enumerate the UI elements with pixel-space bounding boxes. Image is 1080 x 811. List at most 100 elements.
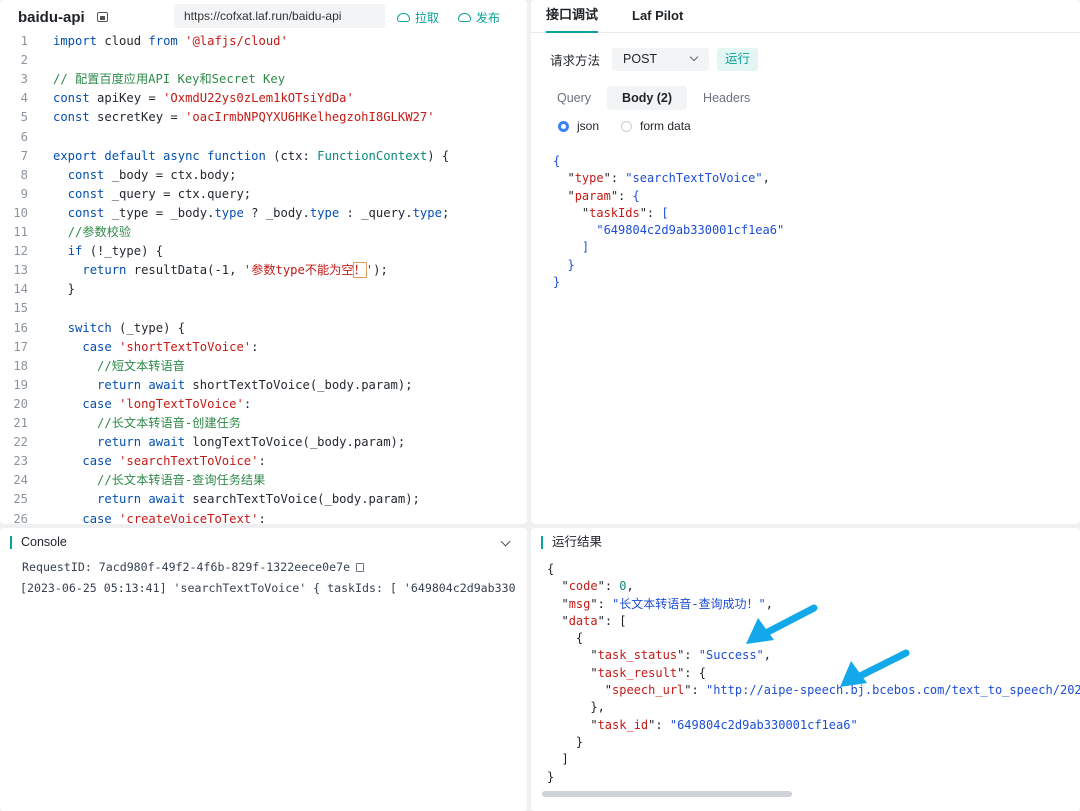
code-token: 'OxmdU22ys0zLem1kOTsiYdDa'	[163, 91, 354, 106]
json-token: },	[547, 700, 605, 715]
horizontal-scrollbar[interactable]	[542, 791, 792, 797]
chevron-down-icon[interactable]	[500, 536, 511, 547]
copy-icon[interactable]	[356, 563, 365, 572]
code-line: 1 import cloud from '@lafjs/cloud'	[0, 32, 527, 51]
code-token: :	[258, 454, 266, 469]
code-line: 6	[0, 128, 527, 147]
code-token: //长文本转语音-查询任务结果	[97, 473, 266, 488]
json-token: {	[547, 631, 584, 646]
code-token: const	[67, 205, 105, 220]
radio-json[interactable]	[558, 120, 569, 132]
radio-form-data[interactable]	[621, 120, 633, 132]
json-line: "649804c2d9ab330001cf1ea6"	[553, 222, 784, 239]
code-token: 'oacIrmbNPQYXU6HKelhegzohI8GLKW27'	[185, 110, 435, 125]
code-token: 'searchTextToVoice'	[119, 454, 259, 469]
json-token: ]	[581, 240, 590, 255]
json-token: ":	[590, 596, 613, 611]
debug-tabs: 接口调试 Laf Pilot	[531, 0, 1080, 33]
pull-label: 拉取	[415, 11, 440, 25]
json-token: {	[632, 188, 640, 203]
json-token: param	[574, 188, 611, 203]
tab-laf-pilot[interactable]: Laf Pilot	[632, 8, 683, 32]
arrow-annotation-icon	[840, 649, 910, 687]
line-number: 14	[13, 282, 28, 297]
json-token: "649804c2d9ab330001cf1ea6"	[669, 717, 858, 732]
line-number: 26	[13, 511, 28, 525]
code-token: //短文本转语音	[97, 358, 185, 373]
code-token: :	[243, 396, 252, 411]
json-line: }	[553, 257, 784, 274]
json-token: {	[553, 154, 561, 168]
radio-json-label: json	[577, 119, 600, 133]
json-token: 0	[619, 579, 627, 594]
publish-button[interactable]: 发布	[458, 9, 500, 26]
json-line: },	[547, 699, 1080, 716]
subtab-headers[interactable]: Headers	[691, 86, 762, 110]
radio-form-data-label: form data	[640, 119, 691, 133]
code-line: 4 const apiKey = 'OxmdU22ys0zLem1kOTsiYdD…	[0, 89, 527, 108]
request-subtabs: Query Body (2) Headers	[545, 86, 766, 110]
code-line: 14 }	[0, 280, 527, 299]
code-token: resultData(-1,	[126, 263, 244, 278]
code-token: ;	[441, 205, 450, 220]
line-number: 24	[13, 473, 28, 488]
json-token: taskIds	[589, 205, 640, 220]
editor-header: baidu-api https://cofxat.laf.run/baidu-a…	[0, 0, 527, 34]
result-panel: 运行结果 { "code": 0, "msg": "长文本转语音-查询成功！",…	[531, 528, 1080, 811]
line-number: 12	[13, 244, 28, 259]
code-token: case	[82, 511, 112, 525]
json-token: ":	[684, 683, 706, 698]
code-line: 13 return resultData(-1, '参数type不能为空！');	[0, 261, 527, 280]
pull-button[interactable]: 拉取	[397, 9, 439, 26]
json-token: "searchTextToVoice"	[625, 171, 763, 186]
code-token: (_type) {	[111, 320, 186, 335]
code-token: 'shortTextToVoice'	[119, 339, 252, 354]
line-number: 25	[13, 492, 28, 507]
json-line: "param": {	[553, 188, 784, 205]
json-token: "	[553, 205, 590, 220]
run-button[interactable]: 运行	[717, 48, 759, 71]
method-select[interactable]: POST	[612, 48, 710, 71]
code-area[interactable]: 1 import cloud from '@lafjs/cloud' 2 3// 配置…	[0, 32, 527, 524]
code-line: 3 // 配置百度应用API Key和Secret Key	[0, 70, 527, 89]
json-line: "speech_url": "http://aipe-speech.bj.bce…	[547, 682, 1080, 699]
request-body-editor[interactable]: { "type": "searchTextToVoice", "param": …	[553, 153, 784, 291]
tab-api-debug[interactable]: 接口调试	[546, 4, 599, 33]
subtab-query[interactable]: Query	[545, 86, 603, 110]
code-token: type	[214, 205, 244, 220]
code-token: const	[53, 110, 90, 125]
code-token: '@lafjs/cloud'	[185, 34, 288, 48]
json-token: "	[547, 613, 569, 628]
code-token: const	[67, 186, 105, 201]
json-token: ":	[648, 717, 670, 732]
code-token: type	[412, 205, 442, 220]
json-token: }	[547, 769, 555, 784]
json-line: }	[547, 769, 1080, 786]
code-line: 22 return await longTextToVoice(_body.pa…	[0, 433, 527, 452]
function-url[interactable]: https://cofxat.laf.run/baidu-api	[174, 4, 385, 28]
code-token: secretKey =	[89, 110, 186, 125]
code-line: 7 export default async function (ctx: Fun…	[0, 147, 527, 166]
code-token: return	[82, 263, 127, 278]
code-token: ) {	[427, 148, 450, 163]
json-token: ,	[626, 579, 634, 594]
json-line: "task_status": "Success",	[547, 647, 1080, 664]
json-token: task_result	[597, 665, 678, 680]
code-line: 18 //短文本转语音	[0, 357, 527, 376]
json-token: "	[547, 717, 598, 732]
doc-icon[interactable]	[96, 12, 108, 22]
json-line: ]	[553, 239, 784, 256]
subtab-body[interactable]: Body (2)	[607, 86, 688, 110]
code-line: 11 //参数校验	[0, 223, 527, 242]
json-token: "649804c2d9ab330001cf1ea6"	[596, 223, 785, 238]
json-token: "	[553, 171, 575, 186]
json-line: "task_result": {	[547, 665, 1080, 682]
code-token: return await	[97, 377, 186, 392]
